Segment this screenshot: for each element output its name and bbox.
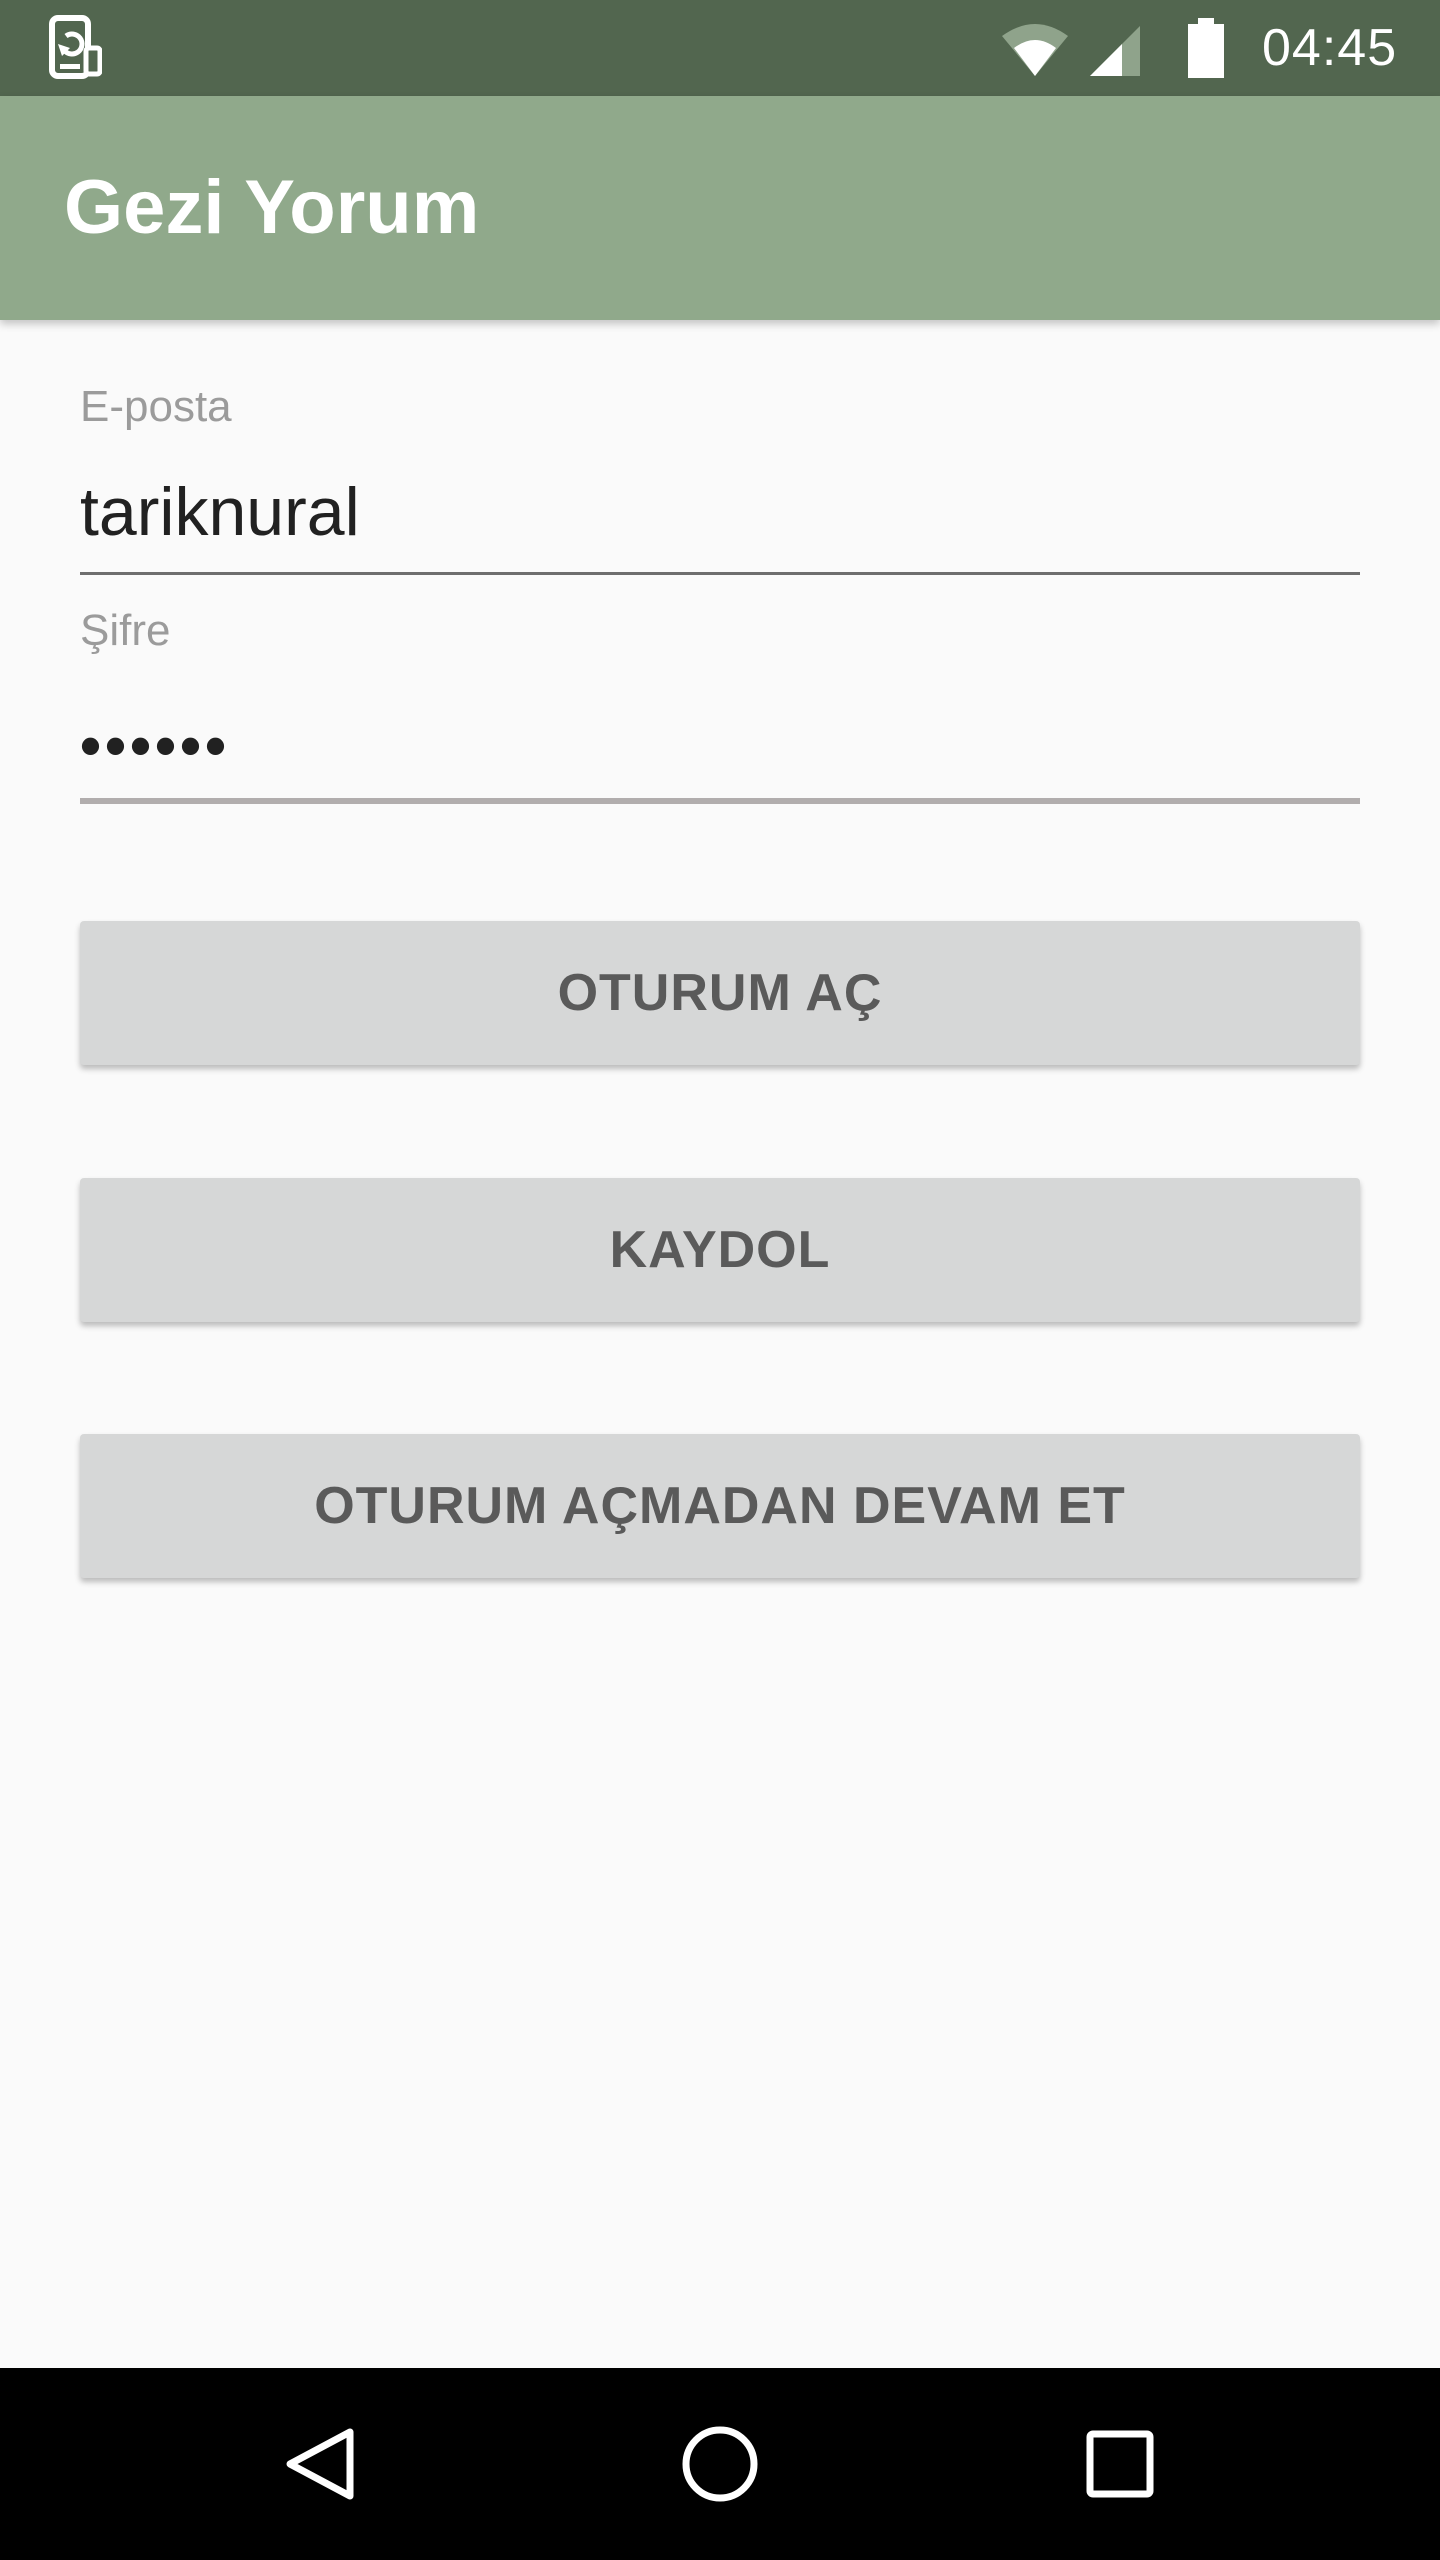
email-label: E-posta: [80, 382, 232, 431]
password-input[interactable]: ••••••: [80, 706, 230, 786]
navigation-bar: [0, 2368, 1440, 2560]
email-underline: [80, 572, 1360, 575]
app-bar: Gezi Yorum: [0, 96, 1440, 320]
password-field[interactable]: Şifre ••••••: [80, 606, 1360, 816]
status-bar: 04:45: [0, 0, 1440, 96]
password-label: Şifre: [80, 606, 171, 655]
login-button[interactable]: OTURUM AÇ: [80, 921, 1360, 1065]
email-input[interactable]: tariknural: [80, 472, 360, 552]
cell-signal-icon: [1082, 24, 1142, 78]
back-icon[interactable]: [260, 2404, 380, 2524]
screen-rotation-icon: [46, 14, 103, 82]
app-screen: 04:45 Gezi Yorum E-posta tariknural Şifr…: [0, 0, 1440, 2560]
wifi-icon: [1000, 20, 1070, 78]
continue-without-login-button[interactable]: OTURUM AÇMADAN DEVAM ET: [80, 1434, 1360, 1578]
recents-icon[interactable]: [1060, 2404, 1180, 2524]
home-icon[interactable]: [660, 2404, 780, 2524]
email-field[interactable]: E-posta tariknural: [80, 382, 1360, 582]
password-underline: [80, 798, 1360, 804]
app-title: Gezi Yorum: [64, 165, 480, 250]
battery-icon: [1184, 18, 1228, 80]
status-time: 04:45: [1262, 19, 1398, 77]
register-button[interactable]: KAYDOL: [80, 1178, 1360, 1322]
